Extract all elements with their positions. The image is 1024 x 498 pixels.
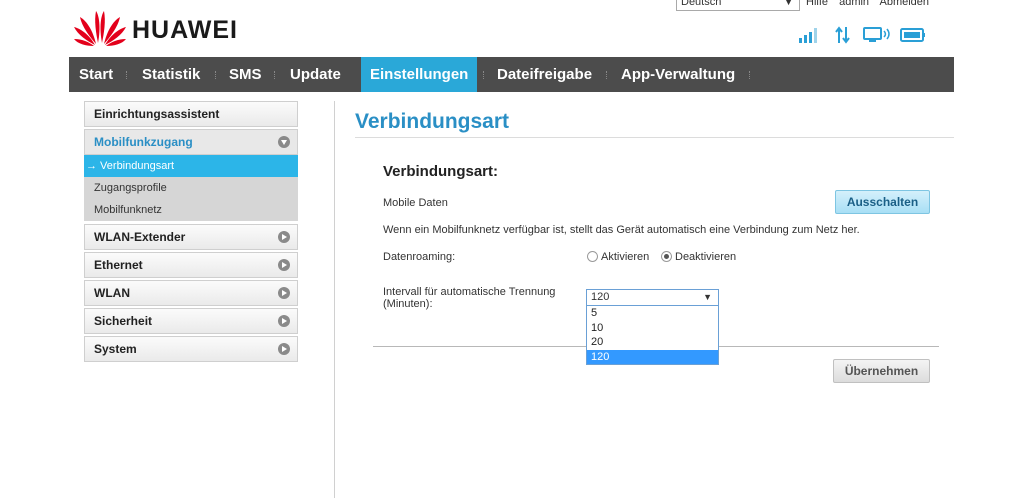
sidebar-item-label: Mobilfunkzugang	[94, 135, 193, 149]
brand-name: HUAWEI	[132, 16, 238, 44]
nav-item-statistik[interactable]: Statistik	[142, 57, 200, 92]
mobile-data-label: Mobile Daten	[383, 197, 448, 209]
nav-divider	[606, 71, 607, 79]
sidebar-item-system[interactable]: System	[84, 336, 298, 362]
info-text: Wenn ein Mobilfunknetz verfügbar ist, st…	[383, 224, 860, 236]
sidebar-subitem-verbindungsart[interactable]: → Verbindungsart	[84, 155, 298, 177]
apply-button[interactable]: Übernehmen	[833, 359, 930, 383]
expand-icon	[278, 259, 290, 271]
sidebar: Einrichtungsassistent Mobilfunkzugang → …	[84, 101, 298, 364]
signal-strength-icon	[799, 28, 817, 43]
interval-option-selected[interactable]: 120	[587, 349, 718, 364]
expand-icon	[278, 343, 290, 355]
battery-icon	[900, 28, 925, 42]
sidebar-item-ethernet[interactable]: Ethernet	[84, 252, 298, 278]
expand-icon	[278, 231, 290, 243]
logout-link[interactable]: Abmelden	[880, 0, 930, 8]
roaming-activate-radio[interactable]	[587, 251, 598, 262]
sidebar-item-label: Einrichtungsassistent	[94, 107, 220, 121]
roaming-activate-label[interactable]: Aktivieren	[601, 251, 649, 263]
sidebar-item-label: WLAN-Extender	[94, 230, 186, 244]
sidebar-item-label: Ethernet	[94, 258, 143, 272]
expand-icon	[278, 287, 290, 299]
help-link[interactable]: Hilfe	[806, 0, 828, 8]
sidebar-submenu: → Verbindungsart Zugangsprofile Mobilfun…	[84, 155, 298, 221]
mobile-data-toggle-button[interactable]: Ausschalten	[835, 190, 930, 214]
roaming-deactivate-radio[interactable]	[661, 251, 672, 262]
roaming-deactivate-label[interactable]: Deaktivieren	[675, 251, 736, 263]
sidebar-subitem-zugangsprofile[interactable]: Zugangsprofile	[84, 177, 298, 199]
interval-option[interactable]: 20	[587, 335, 718, 350]
nav-divider	[215, 71, 216, 79]
interval-dropdown-list: 5 10 20 120	[586, 305, 719, 365]
nav-divider	[126, 71, 127, 79]
language-value: Deutsch	[681, 0, 722, 8]
interval-unit-label: (Minuten):	[383, 298, 433, 310]
nav-item-app-verwaltung[interactable]: App-Verwaltung	[621, 57, 735, 92]
interval-label: Intervall für automatische Trennung	[383, 286, 556, 298]
title-divider	[355, 137, 954, 138]
expand-icon	[278, 315, 290, 327]
nav-item-sms[interactable]: SMS	[229, 57, 262, 92]
nav-item-update[interactable]: Update	[290, 57, 341, 92]
section-title: Verbindungsart:	[383, 163, 499, 180]
interval-select[interactable]: 120 ▼	[586, 289, 719, 306]
nav-divider	[483, 71, 484, 79]
interval-option[interactable]: 5	[587, 306, 718, 321]
sidebar-subitem-mobilfunknetz[interactable]: Mobilfunknetz	[84, 199, 298, 221]
interval-select-value: 120	[591, 291, 610, 303]
sidebar-item-wlan-extender[interactable]: WLAN-Extender	[84, 224, 298, 250]
interval-option[interactable]: 10	[587, 321, 718, 336]
nav-divider	[749, 71, 750, 79]
data-transfer-icon	[835, 26, 850, 44]
top-links: Hilfe admin Abmelden	[806, 0, 937, 8]
roaming-label: Datenroaming:	[383, 251, 456, 263]
main-nav: Start Statistik SMS Update Einstellungen…	[69, 57, 954, 92]
monitor-wifi-icon	[863, 27, 890, 42]
sidebar-item-label: Sicherheit	[94, 314, 153, 328]
nav-item-start[interactable]: Start	[79, 57, 113, 92]
chevron-down-icon: ▼	[784, 0, 793, 7]
sidebar-item-label: System	[94, 342, 137, 356]
content-divider	[334, 101, 335, 498]
sidebar-item-sicherheit[interactable]: Sicherheit	[84, 308, 298, 334]
sidebar-item-einrichtungsassistent[interactable]: Einrichtungsassistent	[84, 101, 298, 127]
collapse-icon	[278, 136, 290, 148]
chevron-down-icon: ▼	[703, 292, 712, 302]
sidebar-item-wlan[interactable]: WLAN	[84, 280, 298, 306]
language-select[interactable]: Deutsch ▼	[676, 0, 800, 11]
nav-item-dateifreigabe[interactable]: Dateifreigabe	[497, 57, 592, 92]
sidebar-item-label: WLAN	[94, 286, 130, 300]
user-name: admin	[839, 0, 870, 8]
sidebar-item-mobilfunkzugang[interactable]: Mobilfunkzugang	[84, 129, 298, 155]
nav-item-einstellungen[interactable]: Einstellungen	[361, 57, 478, 92]
nav-divider	[274, 71, 275, 79]
page-title: Verbindungsart	[355, 110, 510, 133]
